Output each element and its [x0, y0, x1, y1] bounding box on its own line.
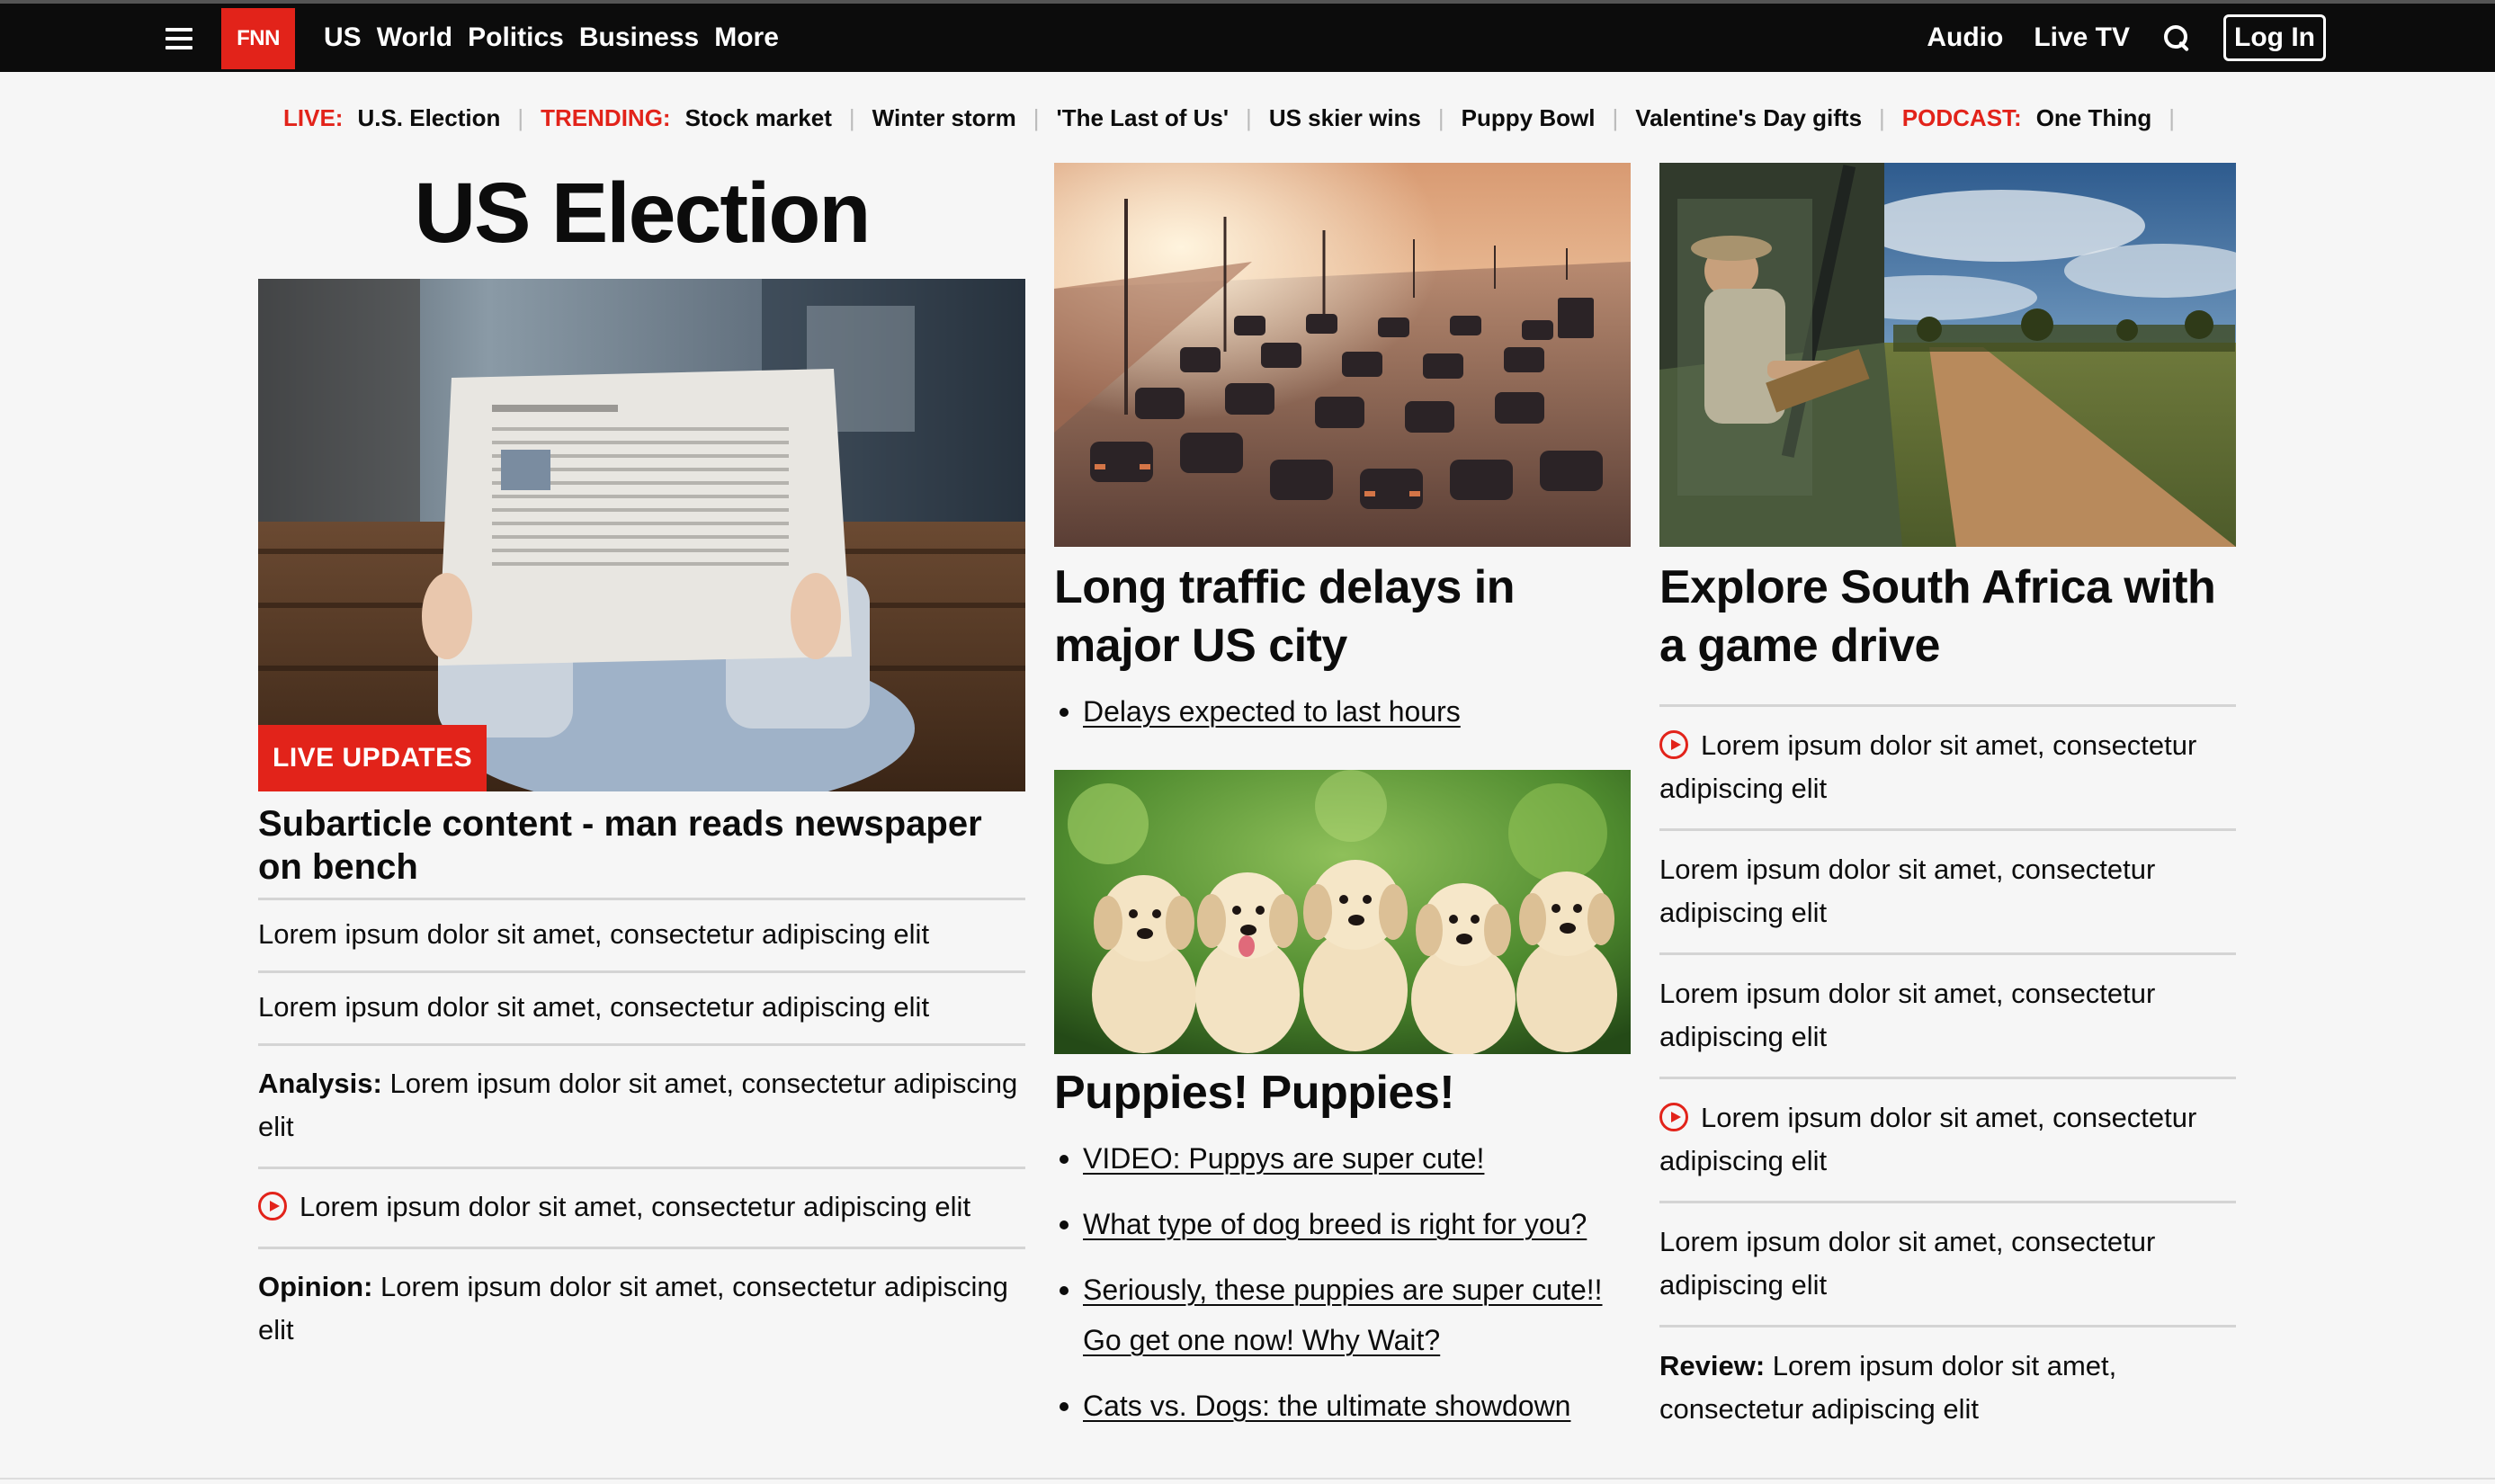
nav-link-live-tv[interactable]: Live TV: [2034, 22, 2130, 53]
item-text: Lorem ipsum dolor sit amet, consectetur …: [1659, 1102, 2197, 1176]
login-button[interactable]: Log In: [2223, 14, 2326, 61]
bullet-link[interactable]: VIDEO: Puppys are super cute!: [1060, 1133, 1626, 1184]
bullet-link[interactable]: What type of dog breed is right for you?: [1060, 1199, 1626, 1249]
bullet-link-text: Seriously, these puppies are super cute!…: [1083, 1274, 1603, 1356]
video-play-icon: [258, 1192, 287, 1220]
bullet-link-text: Cats vs. Dogs: the ultimate showdown: [1083, 1390, 1571, 1422]
hamburger-menu-icon[interactable]: [165, 28, 192, 49]
list-item[interactable]: Analysis: Lorem ipsum dolor sit amet, co…: [258, 1046, 1025, 1167]
list-item[interactable]: Lorem ipsum dolor sit amet, consectetur …: [1659, 707, 2236, 828]
top-navigation-bar: FNN US World Politics Business More Audi…: [0, 0, 2495, 72]
video-play-icon: [1659, 730, 1688, 759]
divider: |: [1612, 103, 1619, 131]
nav-link-business[interactable]: Business: [579, 22, 699, 53]
trending-link[interactable]: Valentine's Day gifts: [1635, 104, 1862, 132]
divider: |: [1246, 103, 1252, 131]
puppies-image[interactable]: [1054, 770, 1631, 1054]
list-item[interactable]: Lorem ipsum dolor sit amet, consectetur …: [258, 973, 1025, 1043]
puppies-headline[interactable]: Puppies! Puppies!: [1054, 1064, 1631, 1122]
item-prefix: Opinion:: [258, 1271, 373, 1302]
page-bottom-divider: [0, 1478, 2495, 1480]
election-article-list: Lorem ipsum dolor sit amet, consectetur …: [258, 898, 1025, 1370]
item-text: Lorem ipsum dolor sit amet, consectetur …: [258, 991, 930, 1023]
trending-link[interactable]: US skier wins: [1269, 104, 1421, 132]
item-text: Lorem ipsum dolor sit amet, consectetur …: [1659, 854, 2156, 928]
lead-article-headline[interactable]: Subarticle content - man reads newspaper…: [258, 802, 1025, 889]
list-item[interactable]: Lorem ipsum dolor sit amet, consectetur …: [1659, 955, 2236, 1077]
puppies-bullet-list: VIDEO: Puppys are super cute! What type …: [1060, 1133, 1626, 1431]
trending-link[interactable]: Stock market: [685, 104, 832, 132]
bullet-link[interactable]: Delays expected to last hours: [1060, 686, 1626, 737]
nav-link-more[interactable]: More: [714, 22, 779, 53]
item-text: Lorem ipsum dolor sit amet, consectetur …: [1659, 729, 2197, 804]
trending-link[interactable]: Winter storm: [872, 104, 1016, 132]
item-text: Lorem ipsum dolor sit amet, consectetur …: [1659, 1226, 2156, 1301]
site-logo[interactable]: FNN: [221, 8, 295, 69]
bullet-link-text: VIDEO: Puppys are super cute!: [1083, 1142, 1485, 1175]
trending-link-live[interactable]: U.S. Election: [357, 104, 500, 132]
nav-link-us[interactable]: US: [324, 22, 362, 53]
list-item[interactable]: Lorem ipsum dolor sit amet, consectetur …: [1659, 1079, 2236, 1201]
item-prefix: Review:: [1659, 1350, 1766, 1381]
safari-headline[interactable]: Explore South Africa with a game drive: [1659, 559, 2236, 675]
podcast-label: PODCAST:: [1901, 103, 2022, 131]
divider: |: [1437, 103, 1444, 131]
newspaper-reader-image[interactable]: LIVE UPDATES: [258, 279, 1025, 791]
item-text: Lorem ipsum dolor sit amet, consectetur …: [1659, 978, 2156, 1052]
video-play-icon: [1659, 1103, 1688, 1131]
live-updates-badge[interactable]: LIVE UPDATES: [258, 725, 487, 791]
list-item[interactable]: Lorem ipsum dolor sit amet, consectetur …: [258, 1169, 1025, 1247]
divider: |: [1033, 103, 1040, 131]
bullet-link-text: Delays expected to last hours: [1083, 695, 1461, 728]
bullet-link-text: What type of dog breed is right for you?: [1083, 1208, 1587, 1240]
divider: |: [1879, 103, 1885, 131]
nav-link-world[interactable]: World: [377, 22, 452, 53]
trending-bar: LIVE: U.S. Election | TRENDING: Stock ma…: [283, 103, 2192, 133]
list-item[interactable]: Review: Lorem ipsum dolor sit amet, cons…: [1659, 1328, 2236, 1449]
search-icon[interactable]: [2162, 23, 2191, 52]
live-label: LIVE:: [283, 103, 344, 131]
divider: |: [517, 103, 524, 131]
trending-link[interactable]: Puppy Bowl: [1462, 104, 1596, 132]
trending-label: TRENDING:: [541, 103, 671, 131]
nav-link-audio[interactable]: Audio: [1927, 22, 2003, 53]
bullet-link[interactable]: Seriously, these puppies are super cute!…: [1060, 1265, 1626, 1365]
nav-link-politics[interactable]: Politics: [468, 22, 564, 53]
list-item[interactable]: Lorem ipsum dolor sit amet, consectetur …: [1659, 831, 2236, 952]
section-title[interactable]: US Election: [258, 171, 1025, 256]
bullet-link[interactable]: Cats vs. Dogs: the ultimate showdown: [1060, 1381, 1626, 1431]
divider: |: [2169, 103, 2176, 131]
traffic-headline[interactable]: Long traffic delays in major US city: [1054, 559, 1631, 675]
list-item[interactable]: Lorem ipsum dolor sit amet, consectetur …: [1659, 1203, 2236, 1325]
safari-article-list: Lorem ipsum dolor sit amet, consectetur …: [1659, 704, 2236, 1449]
list-item[interactable]: Lorem ipsum dolor sit amet, consectetur …: [258, 900, 1025, 970]
item-prefix: Analysis:: [258, 1068, 382, 1099]
main-nav-links: US World Politics Business More: [324, 4, 779, 72]
nav-right-actions: Audio Live TV Log In: [1927, 4, 2326, 72]
trending-link[interactable]: 'The Last of Us': [1057, 104, 1230, 132]
traffic-bullet-list: Delays expected to last hours: [1060, 686, 1626, 737]
divider: |: [848, 103, 855, 131]
trending-link-podcast[interactable]: One Thing: [2036, 104, 2152, 132]
list-item[interactable]: Opinion: Lorem ipsum dolor sit amet, con…: [258, 1249, 1025, 1370]
safari-game-drive-image[interactable]: [1659, 163, 2236, 547]
item-text: Lorem ipsum dolor sit amet, consectetur …: [300, 1191, 971, 1222]
traffic-jam-image[interactable]: [1054, 163, 1631, 547]
item-text: Lorem ipsum dolor sit amet, consectetur …: [258, 918, 930, 950]
